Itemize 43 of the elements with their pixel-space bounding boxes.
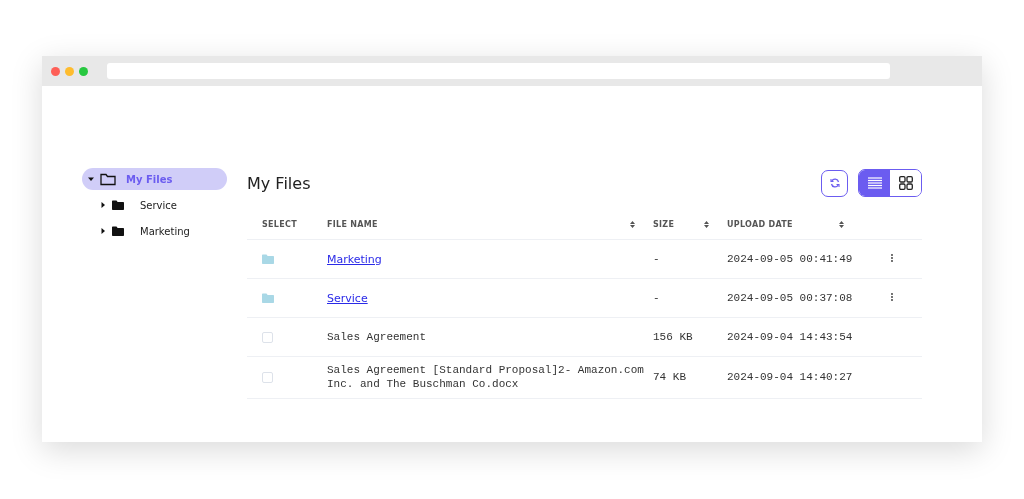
folder-link[interactable]: Service [327, 291, 368, 305]
more-button[interactable] [889, 253, 895, 265]
row-checkbox[interactable] [262, 371, 273, 383]
file-name: Sales Agreement [Standard Proposal]2- Amazon.com Inc. and The Buschman Co.docx [327, 363, 645, 392]
caret-icon[interactable] [100, 228, 106, 234]
column-header: UPLOAD DATE [727, 220, 793, 229]
sort-icon[interactable] [839, 221, 844, 228]
more-button[interactable] [889, 292, 895, 304]
row-checkbox[interactable] [262, 331, 273, 343]
list-icon [867, 177, 882, 189]
folder-icon [100, 172, 116, 186]
sort-icon[interactable] [630, 221, 635, 228]
file-size: - [653, 290, 661, 306]
file-size: 156 KB [653, 329, 694, 345]
column-header: FILE NAME [327, 220, 378, 229]
grid-icon [898, 176, 913, 190]
folder-icon [112, 200, 124, 210]
upload-date: 2024-09-04 14:43:54 [727, 329, 854, 345]
upload-date: 2024-09-05 00:41:49 [727, 251, 854, 267]
upload-date: 2024-09-04 14:40:27 [727, 370, 854, 385]
caret-icon[interactable] [88, 176, 94, 182]
tree-item-label: My Files [126, 173, 173, 185]
tree-item-label: Service [140, 199, 177, 211]
close-icon[interactable] [51, 66, 60, 76]
page-title: My Files [247, 173, 311, 193]
file-size: - [653, 251, 661, 267]
refresh-button[interactable] [821, 169, 848, 197]
folder-link[interactable]: Marketing [327, 252, 382, 266]
tree-item-label: Marketing [140, 225, 190, 237]
folder-icon [262, 293, 274, 303]
caret-icon[interactable] [100, 202, 106, 208]
file-size: 74 KB [653, 370, 687, 385]
folder-icon [262, 254, 274, 264]
column-header: SELECT [262, 220, 297, 229]
upload-date: 2024-09-05 00:37:08 [727, 290, 854, 306]
list-view-button[interactable] [859, 170, 890, 196]
tree-item[interactable]: Marketing [82, 220, 227, 242]
file-name: Sales Agreement [327, 329, 428, 345]
refresh-icon [829, 178, 840, 188]
folder-icon [112, 226, 124, 236]
sort-icon[interactable] [704, 221, 709, 228]
tree-item[interactable]: Service [82, 194, 227, 216]
column-header: SIZE [653, 220, 675, 229]
